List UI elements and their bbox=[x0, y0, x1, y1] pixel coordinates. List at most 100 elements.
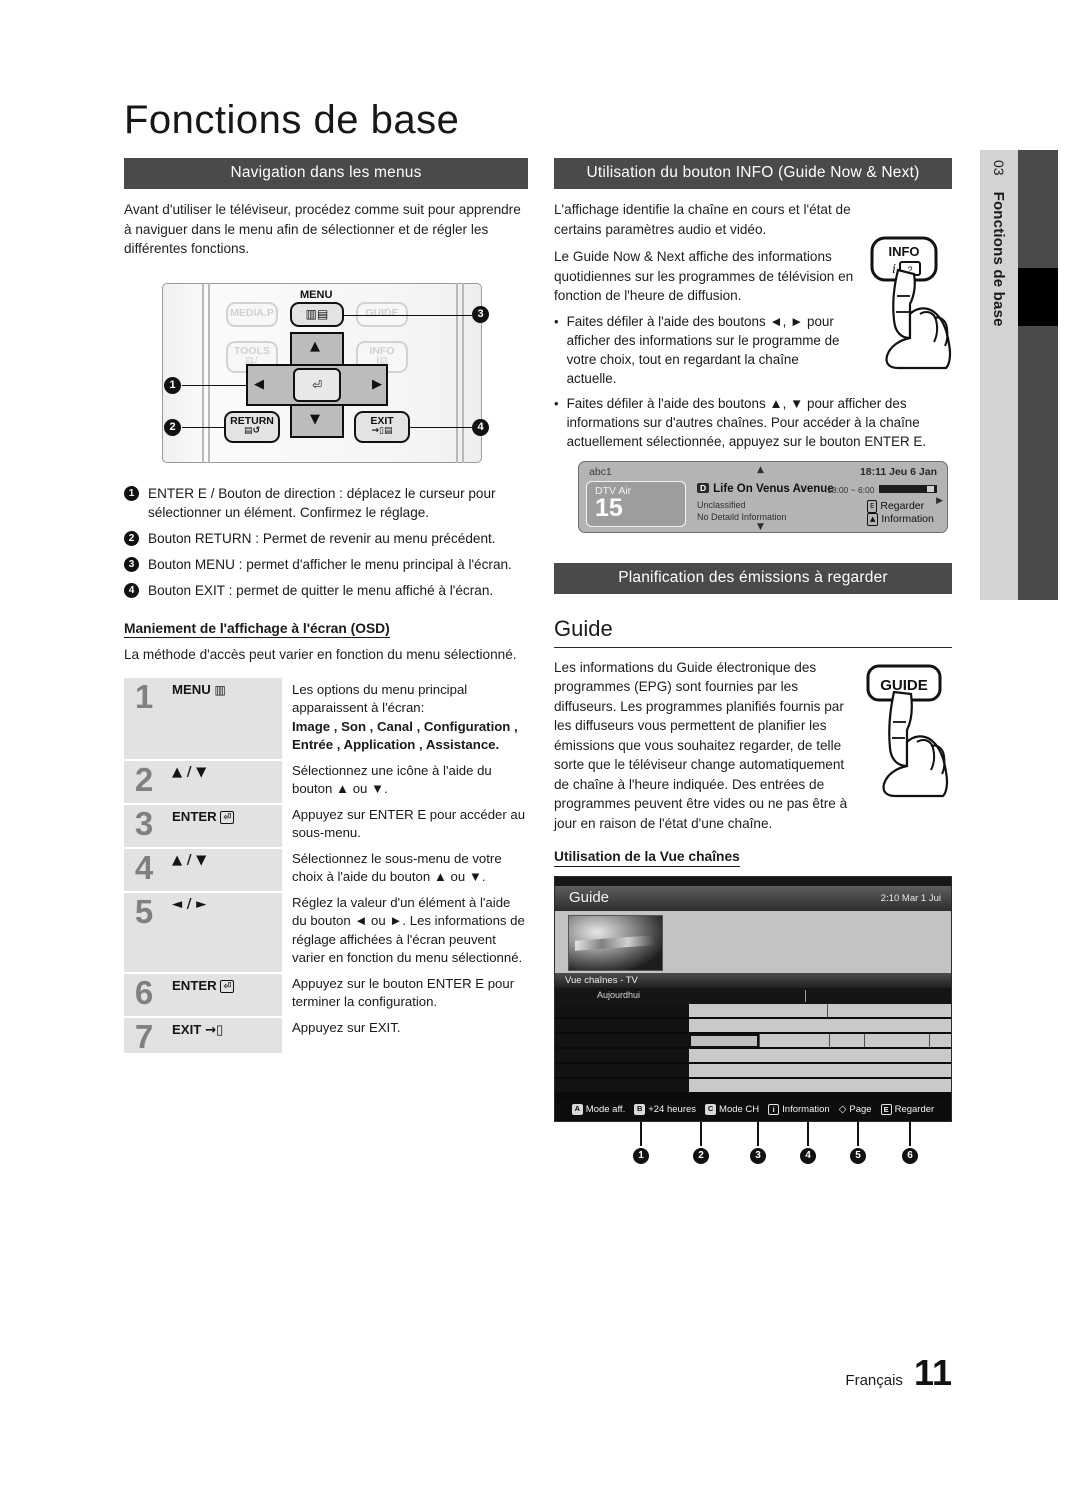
guide-footer-item-mode-ch[interactable]: C Mode CH bbox=[705, 1104, 759, 1115]
callout-4: 4 bbox=[472, 418, 489, 436]
guide-grid-row[interactable] bbox=[555, 1063, 951, 1078]
remote-control-figure: MENU ▥▤ MEDIA.P GUIDE TOOLS ▤♪ INFO i▤ ⏎… bbox=[124, 275, 528, 470]
info-paragraph-2: Le Guide Now & Next affiche des informat… bbox=[554, 249, 854, 303]
osd-step-number: 2 bbox=[124, 758, 164, 803]
banner-program-title: Life On Venus Avenue bbox=[713, 482, 834, 495]
info-key-icon: ▲ bbox=[867, 512, 879, 526]
legend-number: 4 bbox=[124, 582, 139, 598]
guide-grid-row[interactable] bbox=[555, 1018, 951, 1033]
menu-button[interactable]: ▥▤ bbox=[290, 301, 344, 327]
banner-action-info: ▲ Information bbox=[867, 512, 934, 526]
exit-icon: →▯ bbox=[204, 1022, 224, 1038]
guide-heading-rule bbox=[554, 646, 952, 648]
guide-callout-1: 1 bbox=[633, 1147, 649, 1164]
guide-today-label: Aujourdhui bbox=[597, 989, 641, 1000]
banner-channel-name: abc1 bbox=[589, 465, 612, 478]
legend-number: 2 bbox=[124, 530, 139, 546]
guide-heading: Guide bbox=[554, 615, 613, 641]
osd-step-key: ◄ / ► bbox=[164, 890, 282, 972]
guide-cell-divider bbox=[864, 1033, 865, 1047]
banner-rating: Unclassified bbox=[697, 499, 746, 510]
chapter-name: Fonctions de base bbox=[990, 191, 1008, 327]
osd-step-row: 7 EXIT →▯ Appuyez sur EXIT. bbox=[124, 1015, 528, 1053]
guide-selected-program-cell[interactable] bbox=[689, 1033, 759, 1048]
banner-detail-info: No Detaild Information bbox=[697, 511, 787, 522]
guide-callout-6: 6 bbox=[902, 1147, 918, 1164]
guide-footer-item-page[interactable]: ◇ Page bbox=[839, 1104, 872, 1115]
hand-pressing-guide-icon: GUIDE bbox=[866, 664, 949, 797]
guide-callout-stem bbox=[757, 1121, 759, 1146]
osd-step-description: Sélectionnez une icône à l'aide du bouto… bbox=[292, 762, 492, 797]
remote-rail-left2 bbox=[208, 282, 210, 463]
information-key-icon: i bbox=[768, 1104, 780, 1115]
dpad-up-arrow-icon[interactable]: ▲ bbox=[310, 339, 320, 354]
osd-step-row: 3 ENTER ⏎ Appuyez sur ENTER E pour accéd… bbox=[124, 802, 528, 847]
guide-grid-row[interactable] bbox=[555, 1078, 951, 1093]
legend-number: 1 bbox=[124, 485, 139, 501]
chapter-tab-text: 03 Fonctions de base bbox=[980, 150, 1018, 600]
info-button-face-label: INFO bbox=[888, 244, 919, 259]
left-column: Navigation dans les menus Avant d'utilis… bbox=[124, 158, 528, 1053]
guide-footer-item-regarder[interactable]: E Regarder bbox=[880, 1104, 935, 1115]
guide-grid-row[interactable] bbox=[555, 1003, 951, 1018]
guide-footer-item-plus-24h[interactable]: B +24 heures bbox=[634, 1104, 696, 1115]
callout-lead-2 bbox=[182, 426, 224, 428]
return-button[interactable]: RETURN ▤↺ bbox=[224, 410, 280, 443]
guide-footer-label: Page bbox=[849, 1104, 872, 1115]
guide-cell-divider bbox=[759, 1033, 760, 1047]
footer-language: Français bbox=[845, 1372, 903, 1389]
osd-step-menu-options: Image , Son , Canal , Configuration , En… bbox=[292, 718, 518, 753]
tv-info-banner-screenshot: abc1 18:11 Jeu 6 Jan ▲ ▼ ▶ DTV Air 15 DL… bbox=[578, 460, 948, 533]
enter-icon: ⏎ bbox=[220, 979, 235, 993]
guide-footer-label: Regarder bbox=[894, 1104, 935, 1115]
media-p-label: MEDIA.P bbox=[230, 307, 274, 320]
banner-progress-bar bbox=[879, 484, 937, 493]
guide-footer-item-information[interactable]: i Information bbox=[768, 1104, 830, 1115]
dpad-left-arrow-icon[interactable]: ◀ bbox=[254, 377, 264, 392]
footer-page-number: 11 bbox=[913, 1352, 952, 1393]
guide-program-cells bbox=[689, 1048, 951, 1062]
osd-step-key: ▲ / ▼ bbox=[164, 846, 282, 891]
enter-key-icon: E bbox=[880, 1104, 892, 1115]
osd-step-description: Appuyez sur ENTER E pour accéder au sous… bbox=[292, 806, 526, 841]
dpad-down-arrow-icon[interactable]: ▼ bbox=[310, 412, 320, 427]
guide-today-row: Aujourdhui bbox=[555, 987, 951, 1004]
exit-button[interactable]: EXIT →▯▤ bbox=[354, 410, 410, 443]
legend-text: Bouton EXIT : permet de quitter le menu … bbox=[148, 582, 494, 598]
osd-step-number: 5 bbox=[124, 890, 164, 972]
enter-key-icon: E bbox=[867, 499, 878, 513]
legend-number: 3 bbox=[124, 556, 139, 572]
banner-up-arrow-icon: ▲ bbox=[757, 464, 764, 475]
enter-button[interactable]: ⏎ bbox=[293, 367, 341, 402]
guide-button-hand-graphic: GUIDE bbox=[854, 662, 954, 803]
media-p-button[interactable]: MEDIA.P bbox=[226, 301, 278, 327]
guide-grid-row[interactable] bbox=[555, 1048, 951, 1063]
osd-step-row: 6 ENTER ⏎ Appuyez sur le bouton ENTER E … bbox=[124, 971, 528, 1016]
guide-screen-clock: 2:10 Mar 1 Jui bbox=[880, 892, 941, 904]
guide-channel-cell bbox=[555, 1018, 689, 1032]
legend-text: Bouton MENU : permet d'afficher le menu … bbox=[148, 556, 512, 572]
legend-text: Bouton RETURN : Permet de revenir au men… bbox=[148, 530, 496, 546]
guide-footer-item-mode-aff[interactable]: A Mode aff. bbox=[571, 1104, 625, 1115]
guide-program-cells bbox=[689, 1078, 951, 1092]
osd-step-description: Les options du menu principal apparaisse… bbox=[292, 681, 518, 753]
banner-program-title-row: D Life On Venus Avenue bbox=[697, 482, 834, 495]
guide-screen-screenshot: Guide 2:10 Mar 1 Jui Vue chaînes - TV Au… bbox=[554, 875, 952, 1122]
banner-down-arrow-icon: ▼ bbox=[757, 521, 764, 532]
guide-button-face-label: GUIDE bbox=[880, 677, 928, 694]
osd-step-number: 6 bbox=[124, 971, 164, 1016]
osd-step-number: 1 bbox=[124, 677, 164, 759]
menu-button-label: MENU bbox=[300, 288, 333, 301]
guide-section-label: Vue chaînes - TV bbox=[565, 974, 638, 986]
bullet-dot-icon: • bbox=[554, 395, 559, 411]
guide-program-cells bbox=[689, 1018, 951, 1032]
guide-callout-stem bbox=[640, 1121, 642, 1146]
info-bullet-text: Faites défiler à l'aide des boutons ◄, ►… bbox=[566, 313, 840, 386]
osd-step-number: 7 bbox=[124, 1015, 164, 1053]
guide-grid-row[interactable] bbox=[555, 1033, 951, 1048]
section-header-navigation: Navigation dans les menus bbox=[124, 158, 528, 189]
guide-footer-label: +24 heures bbox=[648, 1104, 697, 1115]
guide-footer-toolbar: A Mode aff. B +24 heures C Mode CH i Inf… bbox=[555, 1098, 951, 1121]
dpad-right-arrow-icon[interactable]: ▶ bbox=[372, 377, 382, 392]
legend-item: 1 ENTER E / Bouton de direction : déplac… bbox=[124, 484, 528, 522]
